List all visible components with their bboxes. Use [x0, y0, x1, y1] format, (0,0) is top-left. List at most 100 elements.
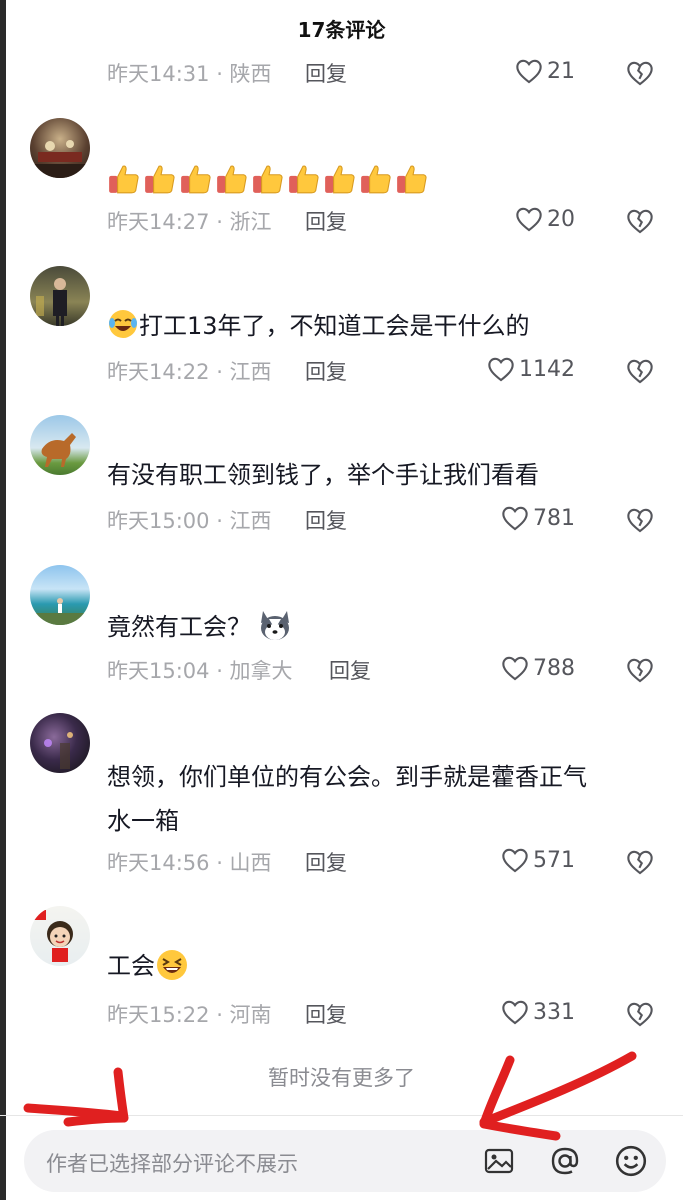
reply-button[interactable]: 回复: [305, 847, 347, 877]
avatar[interactable]: [30, 713, 90, 773]
mention-button[interactable]: [548, 1144, 582, 1178]
comment-text: 打工13年了，不知道工会是干什么的: [107, 308, 647, 344]
image-picker-button[interactable]: [482, 1144, 516, 1178]
comment-input-bar[interactable]: 作者已选择部分评论不展示: [24, 1130, 666, 1192]
banquet-room-photo-icon: [30, 140, 90, 178]
dislike-button[interactable]: [626, 507, 654, 537]
like-count: 21: [547, 58, 575, 84]
reply-button[interactable]: 回复: [329, 655, 371, 685]
thumbs-up-emoji: [217, 165, 247, 194]
heart-icon: [516, 207, 542, 232]
thumbs-up-emoji: [145, 165, 175, 194]
comment-input-placeholder: 作者已选择部分评论不展示: [46, 1152, 298, 1176]
broken-heart-icon: [627, 61, 653, 86]
comment-text-content: 工会: [107, 952, 155, 980]
heart-icon: [502, 1000, 528, 1025]
footer-divider: [0, 1115, 683, 1116]
reply-button[interactable]: 回复: [305, 206, 347, 236]
like-button[interactable]: 788: [501, 655, 575, 681]
at-sign-icon: [551, 1147, 579, 1175]
heart-icon: [488, 357, 514, 382]
comment-meta: 昨天14:31 · 陕西 回复 21: [107, 58, 667, 90]
like-count: 20: [547, 206, 575, 232]
smiley-face-icon: [615, 1145, 647, 1177]
no-more-comments-label: 暂时没有更多了: [268, 1066, 415, 1090]
comment-text-content: 有没有职工领到钱了，举个手让我们看看: [107, 461, 539, 489]
avatar[interactable]: [30, 266, 90, 326]
thumbs-up-emoji: [361, 165, 391, 194]
thumbs-up-emoji: [253, 165, 283, 194]
comment-meta: 昨天14:56 · 山西 回复 571: [107, 847, 667, 879]
image-icon: [484, 1148, 514, 1174]
grinning-squint-emoji: [157, 950, 187, 980]
avatar[interactable]: [30, 906, 90, 966]
heart-icon: [516, 59, 542, 84]
thumbs-up-emoji: [325, 165, 355, 194]
comment-text-content: 打工13年了，不知道工会是干什么的: [139, 312, 530, 340]
comment-text-line: 水一箱: [107, 807, 179, 835]
broken-heart-icon: [627, 1002, 653, 1027]
thumbs-up-emoji: [289, 165, 319, 194]
thumbs-up-emoji: [181, 165, 211, 194]
comment-time-location: 昨天15:00 · 江西: [107, 509, 272, 533]
like-button[interactable]: 20: [515, 206, 575, 232]
comment-meta: 昨天15:00 · 江西 回复 781: [107, 505, 667, 537]
dislike-button[interactable]: [626, 358, 654, 388]
like-button[interactable]: 781: [501, 505, 575, 531]
comment-text: 有没有职工领到钱了，举个手让我们看看: [107, 457, 647, 493]
laughing-crying-emoji: [109, 310, 137, 338]
comment-meta: 昨天15:04 · 加拿大 回复 788: [107, 655, 667, 687]
reply-button[interactable]: 回复: [305, 999, 347, 1029]
comment-text: [107, 160, 647, 196]
left-edge-strip: [0, 0, 6, 1200]
dislike-button[interactable]: [626, 1001, 654, 1031]
dislike-button[interactable]: [626, 849, 654, 879]
broken-heart-icon: [627, 508, 653, 533]
night-light-photo-icon: [44, 732, 73, 769]
comment-time-location: 昨天14:22 · 江西: [107, 360, 272, 384]
avatar[interactable]: [30, 565, 90, 625]
like-button[interactable]: 331: [501, 999, 575, 1025]
comment-time-location: 昨天15:22 · 河南: [107, 1003, 272, 1027]
avatar[interactable]: [30, 118, 90, 178]
reply-button[interactable]: 回复: [305, 505, 347, 535]
dislike-button[interactable]: [626, 60, 654, 90]
comment-time-location: 昨天14:31 · 陕西: [107, 62, 272, 86]
broken-heart-icon: [627, 359, 653, 384]
comment-time-location: 昨天14:27 · 浙江: [107, 210, 272, 234]
heart-icon: [502, 506, 528, 531]
comments-header: 17条评论: [0, 0, 683, 56]
emoji-picker-button[interactable]: [614, 1144, 648, 1178]
husky-dog-emoji: [261, 611, 289, 640]
reply-button[interactable]: 回复: [305, 356, 347, 386]
comment-text-content: 竟然有工会？: [107, 613, 251, 641]
thumbs-up-emoji: [397, 165, 427, 194]
like-button[interactable]: 21: [515, 58, 575, 84]
broken-heart-icon: [627, 850, 653, 875]
like-count: 331: [533, 999, 575, 1025]
thumbs-up-emoji: [109, 165, 139, 194]
dislike-button[interactable]: [626, 657, 654, 687]
broken-heart-icon: [627, 658, 653, 683]
like-button[interactable]: 571: [501, 847, 575, 873]
seaside-photo-icon: [30, 598, 90, 625]
comment-time-location: 昨天15:04 · 加拿大: [107, 659, 293, 683]
heart-icon: [502, 656, 528, 681]
comment-text: 工会: [107, 948, 647, 984]
reply-button[interactable]: 回复: [305, 58, 347, 88]
like-button[interactable]: 1142: [487, 356, 575, 382]
like-count: 788: [533, 655, 575, 681]
broken-heart-icon: [627, 209, 653, 234]
heart-icon: [502, 848, 528, 873]
comment-time-location: 昨天14:56 · 山西: [107, 851, 272, 875]
avatar[interactable]: [30, 415, 90, 475]
dislike-button[interactable]: [626, 208, 654, 238]
horse-photo-icon: [41, 433, 76, 467]
thumbs-up-emoji-row: [107, 162, 429, 196]
cartoon-girl-flag-icon: [32, 910, 73, 962]
comment-text: 想领，你们单位的有公会。到手就是藿香正气 水一箱: [107, 755, 647, 843]
like-count: 1142: [519, 356, 575, 382]
comment-text-line: 想领，你们单位的有公会。到手就是藿香正气: [107, 763, 587, 791]
comment-text: 竟然有工会？: [107, 607, 647, 645]
man-in-suit-photo-icon: [36, 278, 67, 326]
